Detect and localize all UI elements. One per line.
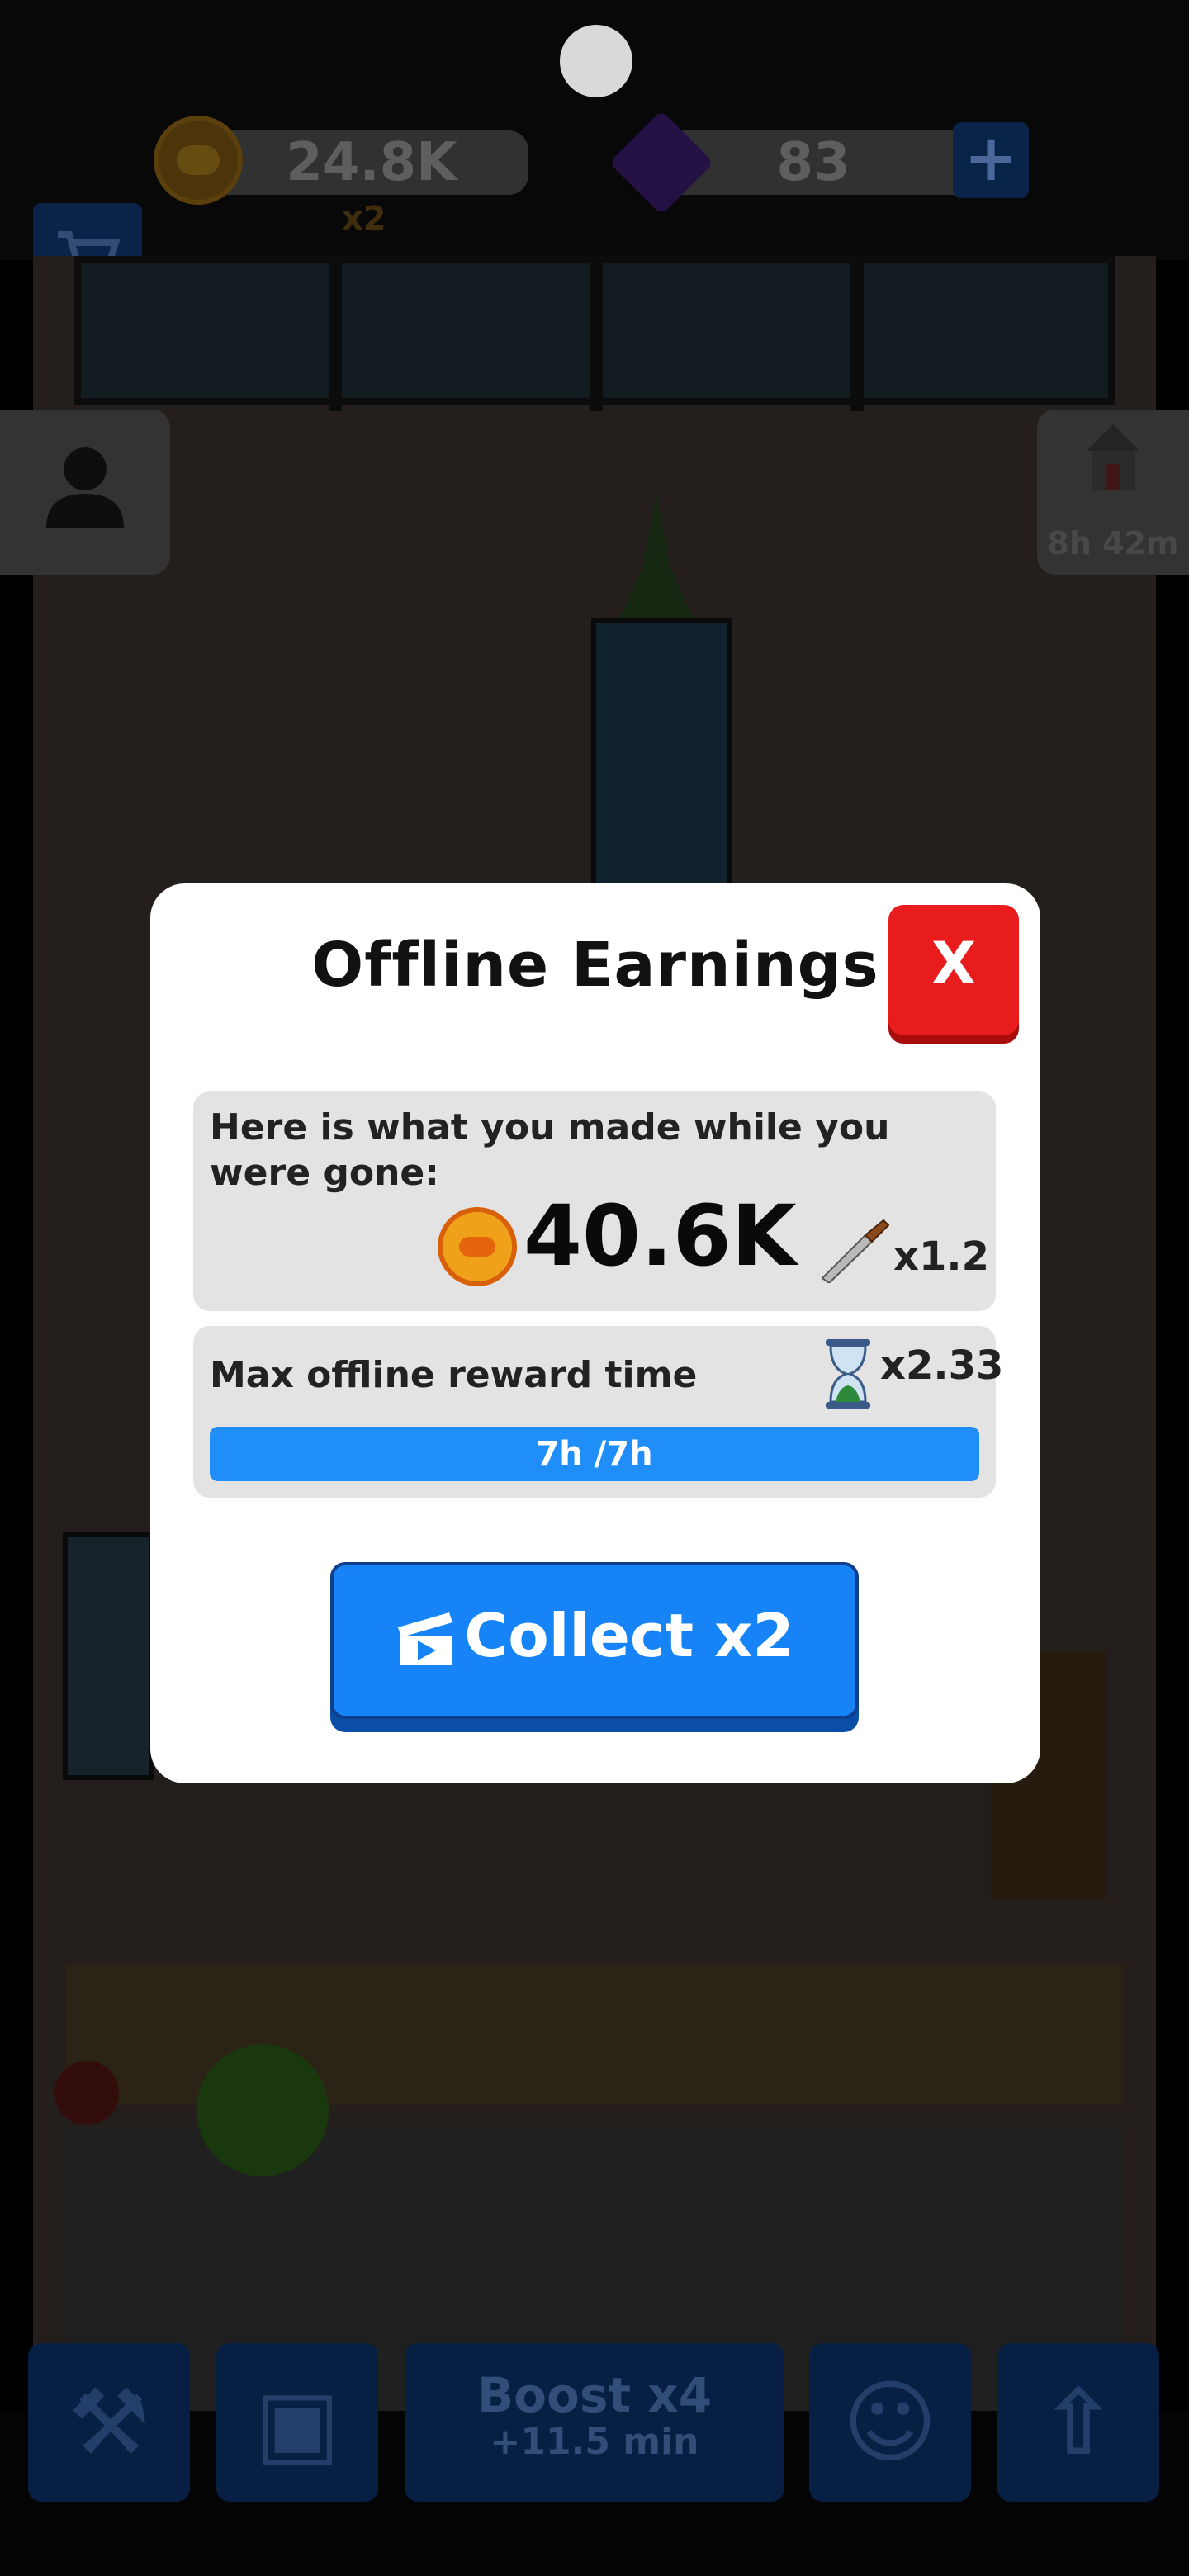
earnings-amount: 40.6K xyxy=(523,1187,797,1286)
hourglass-icon xyxy=(826,1339,870,1409)
time-multiplier: x2.33 xyxy=(880,1342,1004,1389)
offline-earnings-dialog: Offline Earnings X Here is what you made… xyxy=(150,883,1040,1783)
knife-multiplier: x1.2 xyxy=(893,1234,989,1280)
max-time-label: Max offline reward time xyxy=(210,1354,698,1396)
close-button[interactable]: X xyxy=(888,905,1019,1035)
offline-time-panel: Max offline reward time x2.33 7h /7h xyxy=(193,1326,1003,1498)
video-ad-icon xyxy=(398,1612,453,1665)
offline-time-progress: 7h /7h xyxy=(210,1427,979,1481)
coin-icon xyxy=(438,1207,517,1286)
knife-icon xyxy=(821,1219,890,1283)
collect-x2-button[interactable]: Collect x2 xyxy=(330,1562,859,1719)
earnings-description: Here is what you made while you were gon… xyxy=(210,1106,890,1194)
collect-label: Collect x2 xyxy=(464,1601,794,1670)
progress-text: 7h /7h xyxy=(536,1435,653,1473)
earnings-panel: Here is what you made while you were gon… xyxy=(193,1091,996,1311)
